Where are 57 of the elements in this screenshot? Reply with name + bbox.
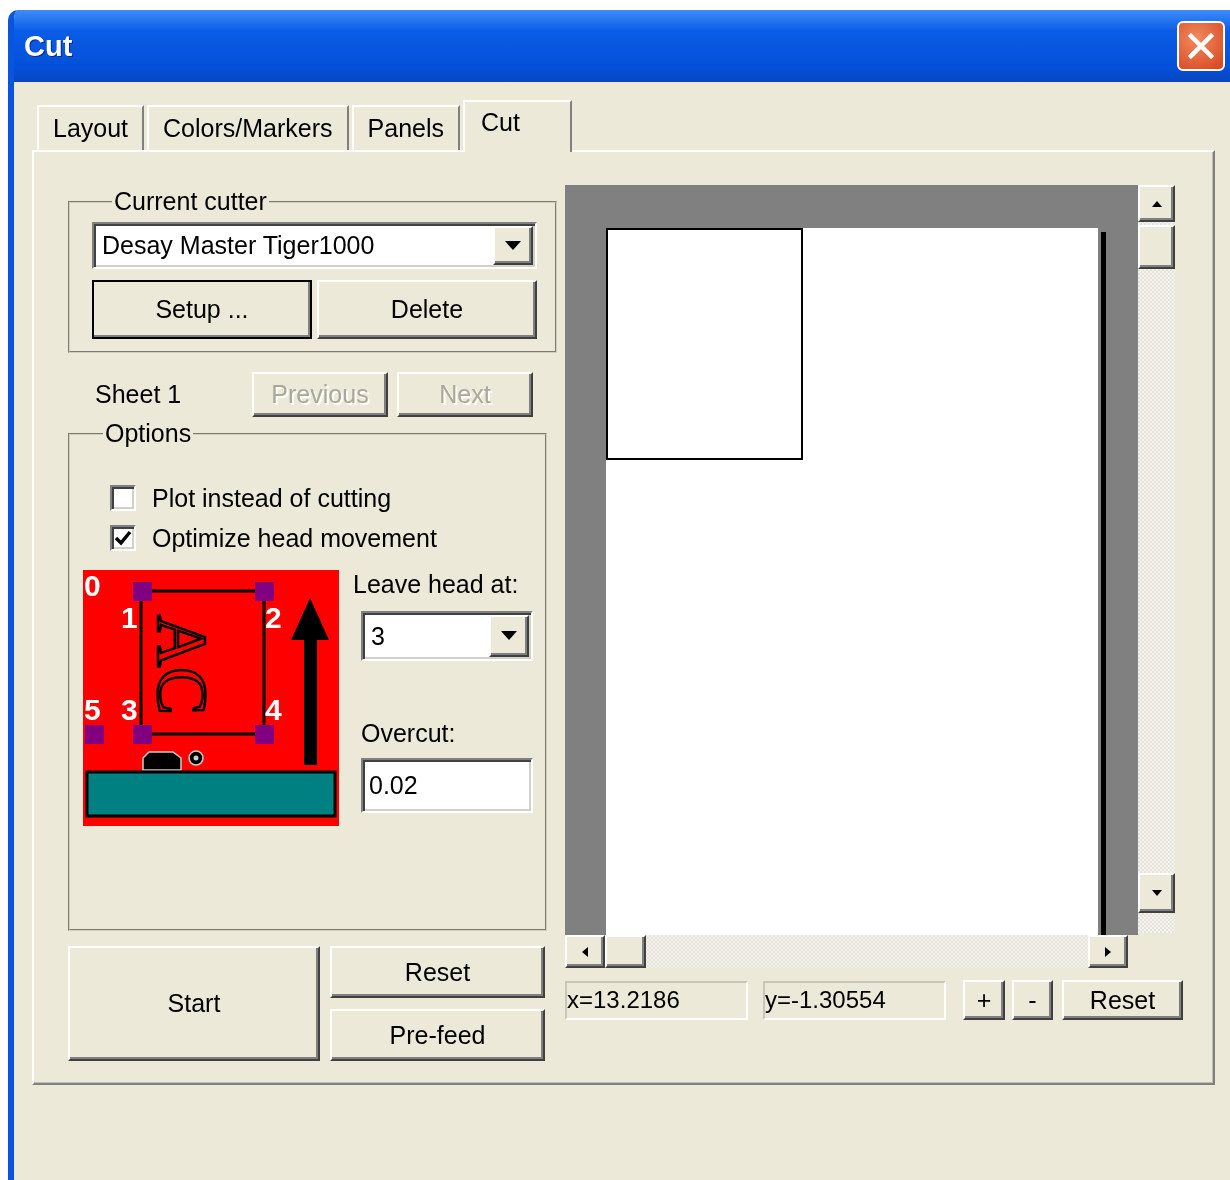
checkbox[interactable] <box>110 525 136 551</box>
corner-marker <box>133 582 152 601</box>
tab[interactable]: Cut <box>463 100 572 152</box>
tab[interactable]: Panels <box>351 105 460 150</box>
corner-number: 2 <box>265 601 282 634</box>
zoom-in-button[interactable]: + <box>963 980 1005 1020</box>
checkbox-label[interactable]: Optimize head movement <box>152 523 437 553</box>
checkbox-label[interactable]: Plot instead of cutting <box>152 483 392 513</box>
scroll-right-button[interactable] <box>1088 935 1128 968</box>
corner-number: 4 <box>265 693 282 726</box>
vertical-scrollbar[interactable] <box>1138 185 1175 933</box>
corner-marker <box>133 725 152 744</box>
leave-head-dropdown[interactable]: 3 <box>361 611 533 661</box>
checkbox[interactable] <box>110 485 136 511</box>
sheet-label: Sheet 1 <box>94 380 183 409</box>
cutter-dropdown[interactable]: Desay Master Tiger1000 <box>92 222 537 269</box>
window-title: Cut <box>24 29 73 63</box>
dropdown-arrow-icon[interactable] <box>505 240 521 251</box>
sample-letters: AC <box>142 615 223 715</box>
overcut-field[interactable]: 0.02 <box>361 758 533 813</box>
arrow-down-icon <box>1151 890 1162 896</box>
corner-marker <box>85 725 104 744</box>
corner-number: 3 <box>121 693 138 726</box>
start-button[interactable]: Start <box>68 946 320 1061</box>
arrow-up-icon <box>1151 200 1162 207</box>
scroll-thumb[interactable] <box>605 935 646 968</box>
group-label: Options <box>104 419 193 448</box>
scroll-thumb[interactable] <box>1138 225 1175 269</box>
delete-button[interactable]: Delete <box>317 280 537 339</box>
pre-feed-button[interactable]: Pre-feed <box>330 1009 545 1061</box>
y-coordinate-readout: y=-1.30554 <box>763 980 946 1020</box>
zoom-out-button[interactable]: - <box>1012 980 1053 1020</box>
arrow-right-icon <box>1105 946 1111 957</box>
cutter-head-icon <box>142 750 204 771</box>
corner-marker <box>255 725 274 744</box>
dropdown-arrow-icon[interactable] <box>501 631 517 641</box>
arrow-left-icon <box>582 946 588 957</box>
leave-head-label: Leave head at: <box>353 570 520 599</box>
corner-marker <box>255 582 274 601</box>
tab[interactable]: Layout <box>37 105 145 150</box>
x-coordinate-readout: x=13.2186 <box>565 980 748 1020</box>
corner-number: 1 <box>121 601 138 634</box>
tab[interactable]: Colors/Markers <box>147 105 349 150</box>
scroll-down-button[interactable] <box>1138 873 1175 913</box>
setup-button[interactable]: Setup ... <box>92 280 312 339</box>
corner-number: 0 <box>84 570 101 602</box>
corner-number: 5 <box>84 693 101 726</box>
close-icon <box>1188 33 1214 59</box>
reset-view-button[interactable]: Reset <box>1062 980 1183 1020</box>
horizontal-scrollbar[interactable] <box>565 935 1128 968</box>
scroll-left-button[interactable] <box>565 935 605 968</box>
overcut-label: Overcut: <box>361 719 457 748</box>
reset-button[interactable]: Reset <box>330 946 545 998</box>
close-button[interactable] <box>1177 21 1225 71</box>
up-arrow-icon <box>291 598 329 765</box>
scroll-up-button[interactable] <box>1138 185 1175 222</box>
group-label: Current cutter <box>113 187 268 216</box>
